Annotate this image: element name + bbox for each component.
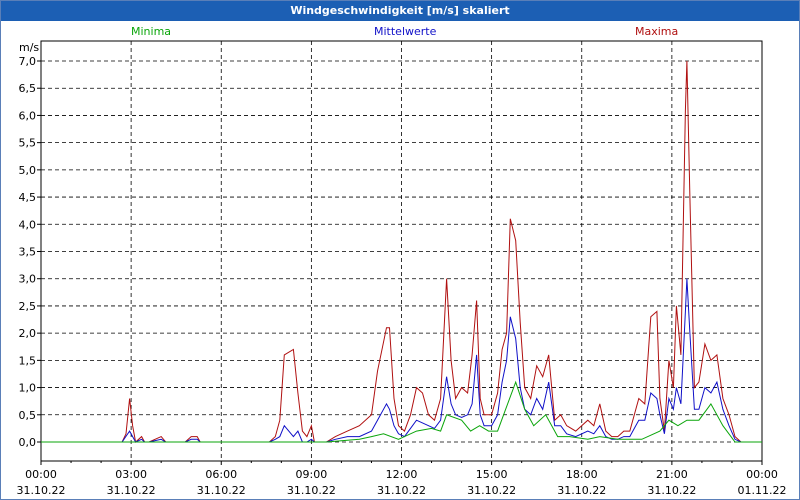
x-tick-label-time: 06:00	[205, 468, 237, 481]
y-tick-label: 4,5	[19, 191, 37, 204]
y-tick-label: 2,5	[19, 300, 37, 313]
x-tick-label-time: 12:00	[386, 468, 418, 481]
x-tick-label-date: 31.10.22	[467, 484, 516, 497]
y-tick-label: 5,0	[19, 164, 37, 177]
y-tick-label: 6,5	[19, 82, 37, 95]
y-tick-label: 2,0	[19, 327, 37, 340]
x-tick-label-date: 31.10.22	[107, 484, 156, 497]
y-tick-label: 0,0	[19, 436, 37, 449]
x-tick-label-time: 00:00	[746, 468, 778, 481]
x-tick-label-date: 31.10.22	[17, 484, 66, 497]
y-tick-label: 1,0	[19, 382, 37, 395]
x-tick-label-time: 09:00	[296, 468, 328, 481]
x-tick-label-date: 31.10.22	[647, 484, 696, 497]
y-tick-label: 5,5	[19, 137, 37, 150]
y-tick-label: 3,5	[19, 246, 37, 259]
x-tick-label-time: 00:00	[25, 468, 57, 481]
y-tick-label: 4,0	[19, 218, 37, 231]
x-tick-label-date: 31.10.22	[557, 484, 606, 497]
x-tick-label-date: 31.10.22	[287, 484, 336, 497]
x-tick-label-time: 03:00	[115, 468, 147, 481]
y-tick-label: 0,5	[19, 409, 37, 422]
x-tick-label-date: 01.11.22	[738, 484, 787, 497]
y-tick-label: 6,0	[19, 109, 37, 122]
y-tick-label: 7,0	[19, 55, 37, 68]
y-tick-label: 3,0	[19, 273, 37, 286]
y-tick-label: 1,5	[19, 354, 37, 367]
x-tick-label-date: 31.10.22	[377, 484, 426, 497]
x-tick-label-time: 15:00	[476, 468, 508, 481]
x-tick-label-time: 21:00	[656, 468, 688, 481]
wind-speed-chart: 0,0 0,5 1,0 1,5 2,0 2,5 3,0 3,5 4,0 4,5 5,0 5,5 6,0 6…	[17, 40, 787, 497]
x-tick-label-date: 31.10.22	[197, 484, 246, 497]
x-tick-label-time: 18:00	[566, 468, 598, 481]
